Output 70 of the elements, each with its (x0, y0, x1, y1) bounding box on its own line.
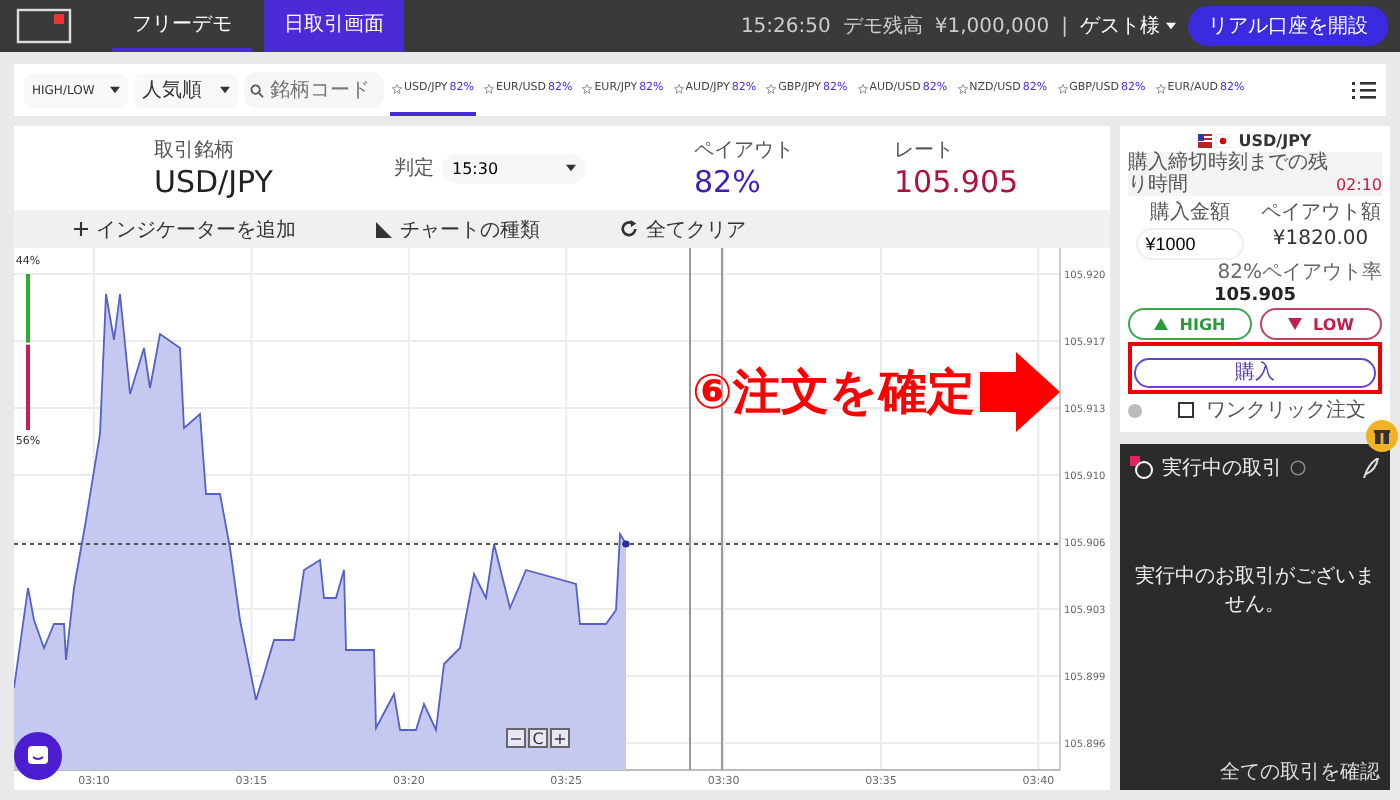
zoom-button[interactable]: + (550, 728, 570, 748)
high-button[interactable]: HIGH (1128, 308, 1251, 340)
balance-label: デモ残高 (842, 13, 923, 40)
refresh-icon (620, 220, 638, 238)
order-rate: 105.905 (1214, 286, 1296, 306)
payout-amount: ¥1820.00 (1272, 228, 1369, 250)
star-icon (582, 83, 593, 93)
payout-value: 82% (694, 164, 763, 200)
low-button[interactable]: LOW (1259, 308, 1382, 340)
search-icon (250, 81, 264, 99)
current-point (622, 540, 630, 548)
all-trades-link[interactable]: 全ての取引を確認 (1220, 758, 1380, 786)
caret-icon (110, 86, 120, 94)
rate-value: 105.905 (894, 164, 1021, 200)
chart-tool-button[interactable]: 全てクリア (620, 215, 746, 243)
caret-icon (566, 164, 576, 172)
checkbox[interactable] (1178, 402, 1194, 418)
feather-icon[interactable] (1362, 458, 1380, 478)
amount-label: 購入金額 (1149, 199, 1230, 226)
nav-tab[interactable]: フリーデモ (112, 0, 252, 52)
rate-label: レート (894, 138, 956, 164)
arrow-icon (980, 352, 1061, 432)
order-symbol: USD/JPY (1238, 132, 1312, 150)
star-icon (1057, 83, 1068, 93)
nav-tab[interactable]: 日取引画面 (264, 0, 404, 52)
payout-rate: 82%ペイアウト率 (1217, 262, 1382, 284)
expiry-label: 判定 (394, 155, 434, 182)
star-icon (957, 83, 968, 93)
user-menu[interactable]: ゲスト様 (1080, 12, 1176, 40)
symbol-label: 取引銘柄 (154, 137, 236, 164)
buy-button[interactable]: 購入 (1134, 358, 1376, 388)
plus-icon (74, 222, 88, 236)
amount-field[interactable]: ¥1000 (1135, 228, 1244, 260)
annotation-text: ⑥注文を確定 (692, 368, 975, 416)
balance-value: ¥1,000,000 (934, 15, 1050, 37)
down-triangle-icon (1287, 318, 1302, 330)
payout-amount-label: ペイアウト額 (1260, 199, 1381, 226)
payout-label: ペイアウト (694, 138, 796, 164)
clock-time: 15:26:50 (740, 15, 831, 37)
chart-type-icon (376, 221, 392, 237)
star-icon (766, 83, 777, 93)
chart-tool-button[interactable]: チャートの種類 (376, 215, 540, 243)
menu-icon[interactable] (1352, 80, 1376, 100)
chat-icon[interactable] (14, 732, 62, 780)
zoom-button[interactable]: C (528, 728, 548, 748)
empty-message: 実行中のお取引がございません。 (1133, 563, 1377, 618)
separator: | (1061, 15, 1068, 37)
symbol-value: USD/JPY (154, 164, 275, 200)
star-icon (1155, 83, 1166, 93)
expiry-dropdown[interactable]: 15:30 (442, 153, 586, 183)
deadline-label: 購入締切時刻までの残り時間 (1128, 152, 1330, 196)
chart-tool-button[interactable]: インジケーターを追加 (74, 215, 296, 243)
caret-icon (1166, 22, 1176, 30)
up-triangle-icon (1153, 318, 1168, 330)
flag-icon (1198, 134, 1231, 148)
deadline-time: 02:10 (1335, 174, 1382, 196)
open-account-button[interactable]: リアル口座を開設 (1188, 6, 1388, 46)
trades-icon (1130, 456, 1154, 480)
star-icon (484, 83, 495, 93)
star-icon (857, 83, 868, 93)
gift-icon[interactable] (1366, 420, 1398, 452)
sort-dropdown[interactable]: 人気順 (134, 73, 238, 107)
positions-title: 実行中の取引 (1162, 455, 1282, 482)
star-icon (673, 83, 684, 93)
zoom-button[interactable]: − (506, 728, 526, 748)
search-field[interactable]: 銘柄コード (244, 72, 384, 108)
one-click-label: ワンクリック注文 (1206, 397, 1366, 424)
caret-icon (220, 86, 230, 94)
logo-icon (16, 8, 72, 44)
star-icon (392, 83, 402, 93)
